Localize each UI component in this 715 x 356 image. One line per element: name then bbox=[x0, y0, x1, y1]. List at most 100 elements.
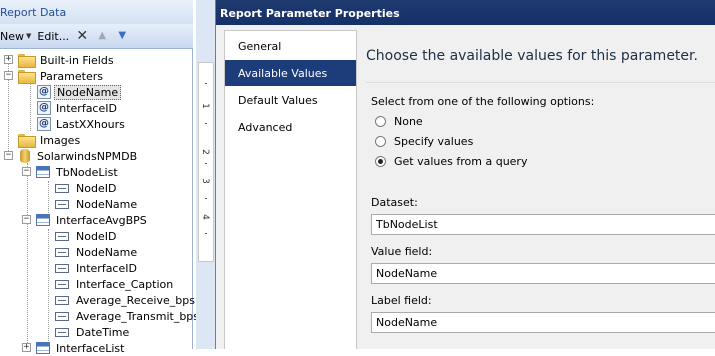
expand-icon[interactable]: + bbox=[22, 343, 31, 352]
collapse-icon[interactable]: − bbox=[22, 215, 31, 224]
report-data-header: Report Data bbox=[0, 0, 193, 24]
tree-connector bbox=[48, 229, 49, 341]
radio-button[interactable] bbox=[375, 115, 386, 127]
radio-button[interactable] bbox=[375, 135, 386, 147]
tree-node-field[interactable]: DateTime bbox=[55, 324, 131, 340]
tree-node-field[interactable]: InterfaceID bbox=[55, 260, 139, 276]
field-icon bbox=[55, 327, 69, 337]
tree-node-label: Average_Transmit_bps bbox=[76, 309, 200, 323]
ruler-mark: 3 bbox=[199, 178, 210, 184]
tree-node-field[interactable]: Average_Transmit_bps bbox=[55, 308, 201, 324]
tree-node-label: InterfaceID bbox=[56, 101, 117, 115]
dataset-icon bbox=[36, 342, 50, 354]
field-icon bbox=[55, 263, 69, 273]
collapse-icon[interactable]: − bbox=[22, 167, 31, 176]
field-icon bbox=[55, 279, 69, 289]
folder-icon bbox=[18, 134, 36, 148]
tree-node-dataset-interfacelist[interactable]: + InterfaceList bbox=[22, 340, 126, 356]
move-up-icon[interactable]: ▲ bbox=[95, 29, 109, 43]
tree-node-label: Built-in Fields bbox=[40, 53, 114, 67]
tree-node-label: Interface_Caption bbox=[76, 277, 174, 291]
parameter-icon: @ bbox=[37, 117, 51, 131]
nav-item-advanced[interactable]: Advanced bbox=[225, 114, 356, 140]
tree-node-param-interfaceid[interactable]: @ InterfaceID bbox=[37, 100, 119, 116]
radio-label: None bbox=[394, 114, 423, 128]
ruler-mark: 1 bbox=[199, 103, 210, 109]
ruler-tick bbox=[205, 163, 207, 164]
tree-node-built-in-fields[interactable]: + Built-in Fields bbox=[4, 52, 116, 68]
folder-icon bbox=[18, 54, 36, 68]
database-icon bbox=[20, 149, 30, 163]
tree-node-field[interactable]: NodeID bbox=[55, 228, 118, 244]
tree-node-label: DateTime bbox=[76, 325, 130, 339]
tree-node-dataset-tbnodelist[interactable]: − TbNodeList bbox=[22, 164, 120, 180]
new-button[interactable]: New ▼ bbox=[0, 30, 31, 43]
tree-node-field[interactable]: NodeName bbox=[55, 244, 139, 260]
tree-connector bbox=[30, 83, 31, 131]
tree-node-dataset-interfaceavgbps[interactable]: − InterfaceAvgBPS bbox=[22, 212, 149, 228]
dataset-select[interactable]: TbNodeList bbox=[371, 214, 715, 235]
tree-node-label: Images bbox=[40, 133, 81, 147]
content-body: Select from one of the following options… bbox=[366, 82, 715, 349]
tree-node-images[interactable]: Images bbox=[18, 132, 82, 148]
radio-get-values-from-query[interactable]: Get values from a query bbox=[375, 153, 527, 169]
tree-node-label: LastXXhours bbox=[56, 117, 125, 131]
delete-icon[interactable]: ✕ bbox=[75, 29, 89, 43]
dialog-content: Choose the available values for this par… bbox=[366, 30, 715, 349]
field-icon bbox=[55, 295, 69, 305]
dataset-icon bbox=[36, 214, 50, 226]
tree-node-field[interactable]: Interface_Caption bbox=[55, 276, 175, 292]
tree-node-label: Average_Receive_bps bbox=[76, 293, 195, 307]
field-icon bbox=[55, 247, 69, 257]
value-field-select[interactable]: NodeName bbox=[371, 263, 715, 284]
ruler-mark: 2 bbox=[199, 149, 210, 155]
collapse-icon[interactable]: − bbox=[4, 151, 13, 160]
dataset-icon bbox=[36, 166, 50, 178]
tree-node-field[interactable]: NodeID bbox=[55, 180, 118, 196]
parameter-icon: @ bbox=[37, 101, 51, 115]
tree-node-param-nodename[interactable]: @ NodeName bbox=[37, 84, 122, 100]
chevron-down-icon: ▼ bbox=[26, 32, 32, 40]
expand-icon[interactable]: + bbox=[4, 55, 13, 64]
field-icon bbox=[55, 311, 69, 321]
tree-node-field[interactable]: Average_Receive_bps bbox=[55, 292, 197, 308]
tree-node-label: InterfaceList bbox=[56, 341, 125, 355]
label-field-label: Label field: bbox=[371, 294, 432, 307]
nav-item-general[interactable]: General bbox=[225, 33, 356, 59]
move-down-icon[interactable]: ▼ bbox=[115, 29, 129, 43]
label-field-select[interactable]: NodeName bbox=[371, 312, 715, 333]
tree-node-label: Parameters bbox=[40, 69, 103, 83]
tree-connector bbox=[48, 181, 49, 213]
ruler-tick bbox=[205, 233, 207, 234]
field-icon bbox=[55, 199, 69, 209]
dialog-title: Report Parameter Properties bbox=[220, 7, 400, 20]
edit-button[interactable]: Edit... bbox=[37, 30, 69, 43]
tree-node-parameters[interactable]: − Parameters bbox=[4, 68, 105, 84]
tree-connector bbox=[27, 163, 28, 349]
tree-node-label: InterfaceAvgBPS bbox=[56, 213, 147, 227]
tree-node-label: NodeName bbox=[76, 245, 138, 259]
dialog-title-bar: Report Parameter Properties bbox=[216, 0, 715, 25]
radio-button-selected[interactable] bbox=[375, 155, 386, 167]
tree-node-label: NodeID bbox=[76, 181, 117, 195]
tree-node-field[interactable]: NodeName bbox=[55, 196, 139, 212]
report-data-pane: Report Data New ▼ Edit... ✕ ▲ ▼ + Built-… bbox=[0, 0, 199, 355]
ruler-tick bbox=[205, 123, 207, 124]
radio-specify-values[interactable]: Specify values bbox=[375, 133, 473, 149]
radio-label: Get values from a query bbox=[394, 154, 528, 168]
tree-node-datasource[interactable]: − SolarwindsNPMDB bbox=[4, 148, 139, 164]
nav-item-available-values[interactable]: Available Values bbox=[225, 60, 356, 86]
page-heading: Choose the available values for this par… bbox=[366, 48, 698, 64]
radio-none[interactable]: None bbox=[375, 113, 423, 129]
tree-node-label: InterfaceID bbox=[76, 261, 137, 275]
tree-node-label: NodeName bbox=[54, 84, 122, 100]
parameter-icon: @ bbox=[37, 85, 51, 99]
report-data-toolbar: New ▼ Edit... ✕ ▲ ▼ bbox=[0, 24, 193, 49]
collapse-icon[interactable]: − bbox=[4, 71, 13, 80]
tree-node-param-lastxxhours[interactable]: @ LastXXhours bbox=[37, 116, 127, 132]
ruler-mark: 4 bbox=[199, 214, 210, 220]
options-label: Select from one of the following options… bbox=[371, 95, 595, 108]
value-field-label: Value field: bbox=[371, 245, 433, 258]
tree-node-label: TbNodeList bbox=[56, 165, 118, 179]
nav-item-default-values[interactable]: Default Values bbox=[225, 87, 356, 113]
